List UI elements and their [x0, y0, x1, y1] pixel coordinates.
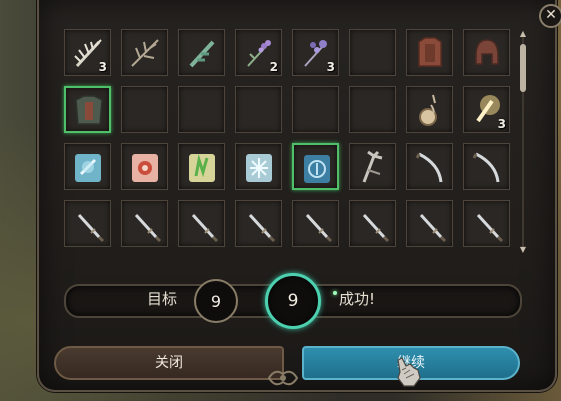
- inventory-slot-empty[interactable]: [349, 29, 396, 76]
- inventory-slot-item[interactable]: [463, 143, 510, 190]
- dagger-icon: [362, 213, 390, 243]
- inventory-grid: 3 2 3 3: [64, 29, 510, 247]
- inventory-slot-item[interactable]: 3: [292, 29, 339, 76]
- inventory-slot-item[interactable]: [64, 86, 111, 133]
- inventory-slot-empty[interactable]: [349, 86, 396, 133]
- close-icon[interactable]: ✕: [539, 4, 561, 28]
- bone-claw-icon: [362, 150, 383, 183]
- curved-blade-icon: [415, 152, 443, 183]
- dry-herb-icon: [131, 39, 159, 67]
- inventory-slot-item[interactable]: [349, 200, 396, 247]
- inventory-slot-empty[interactable]: [235, 86, 282, 133]
- inventory-slot-item[interactable]: [463, 200, 510, 247]
- item-quantity: 3: [98, 60, 107, 74]
- green-herb-icon: [189, 40, 215, 68]
- dagger-icon: [134, 213, 162, 243]
- item-quantity: 3: [326, 60, 335, 74]
- inventory-slot-item[interactable]: [349, 143, 396, 190]
- red-scroll-icon: [132, 154, 158, 182]
- leather-armor-icon: [418, 37, 442, 67]
- inventory-slot-item[interactable]: 3: [64, 29, 111, 76]
- scrollbar-thumb[interactable]: [520, 44, 526, 92]
- rune-scroll-icon: [304, 155, 330, 183]
- chest-armor-icon: [75, 95, 103, 125]
- inventory-slot-item[interactable]: [406, 143, 453, 190]
- ornament-icon: [267, 370, 299, 386]
- inventory-slot-item[interactable]: [406, 29, 453, 76]
- inventory-slot-item[interactable]: [121, 143, 168, 190]
- inventory-slot-item[interactable]: [292, 200, 339, 247]
- target-label: 目标: [147, 290, 178, 308]
- dagger-icon: [77, 213, 105, 243]
- close-button[interactable]: 关闭: [54, 346, 284, 380]
- inventory-slot-item[interactable]: 2: [235, 29, 282, 76]
- inventory-slot-item[interactable]: [178, 29, 225, 76]
- inventory-slot-item[interactable]: [178, 200, 225, 247]
- green-scroll-icon: [189, 154, 215, 182]
- inventory-slot-item[interactable]: [121, 29, 168, 76]
- inventory-slot-empty[interactable]: [292, 86, 339, 133]
- inventory-slot-item[interactable]: [292, 143, 339, 190]
- dagger-icon: [419, 213, 447, 243]
- dagger-icon: [191, 213, 219, 243]
- inventory-slot-item[interactable]: [64, 143, 111, 190]
- dagger-icon: [305, 213, 333, 243]
- potion-flask-icon: [419, 94, 437, 126]
- inventory-slot-item[interactable]: [406, 86, 453, 133]
- inventory-slot-item[interactable]: 3: [463, 86, 510, 133]
- success-text: 成功!: [339, 290, 376, 308]
- ice-scroll-icon: [246, 154, 272, 182]
- inventory-slot-item[interactable]: [235, 200, 282, 247]
- inventory-slot-item[interactable]: [406, 200, 453, 247]
- inventory-slot-item[interactable]: [463, 29, 510, 76]
- sparkle-icon: [333, 291, 337, 295]
- inventory-slot-item[interactable]: [64, 200, 111, 247]
- scroll-down-icon[interactable]: ▼: [518, 246, 528, 254]
- gauntlet-cursor-icon: [397, 357, 421, 387]
- curved-blade-icon: [472, 152, 500, 183]
- blue-scroll-icon: [75, 154, 101, 182]
- target-dc-badge: 9: [194, 279, 238, 323]
- inventory-slot-item[interactable]: [178, 143, 225, 190]
- item-quantity: 3: [497, 117, 506, 131]
- inventory-slot-empty[interactable]: [178, 86, 225, 133]
- inventory-slot-item[interactable]: [121, 200, 168, 247]
- helmet-icon: [475, 39, 499, 65]
- item-quantity: 2: [269, 60, 278, 74]
- dagger-icon: [248, 213, 276, 243]
- scroll-up-icon[interactable]: ▲: [518, 30, 528, 38]
- inventory-slot-item[interactable]: [235, 143, 282, 190]
- dagger-icon: [476, 213, 504, 243]
- roll-result-badge: 9: [265, 273, 321, 329]
- inventory-slot-empty[interactable]: [121, 86, 168, 133]
